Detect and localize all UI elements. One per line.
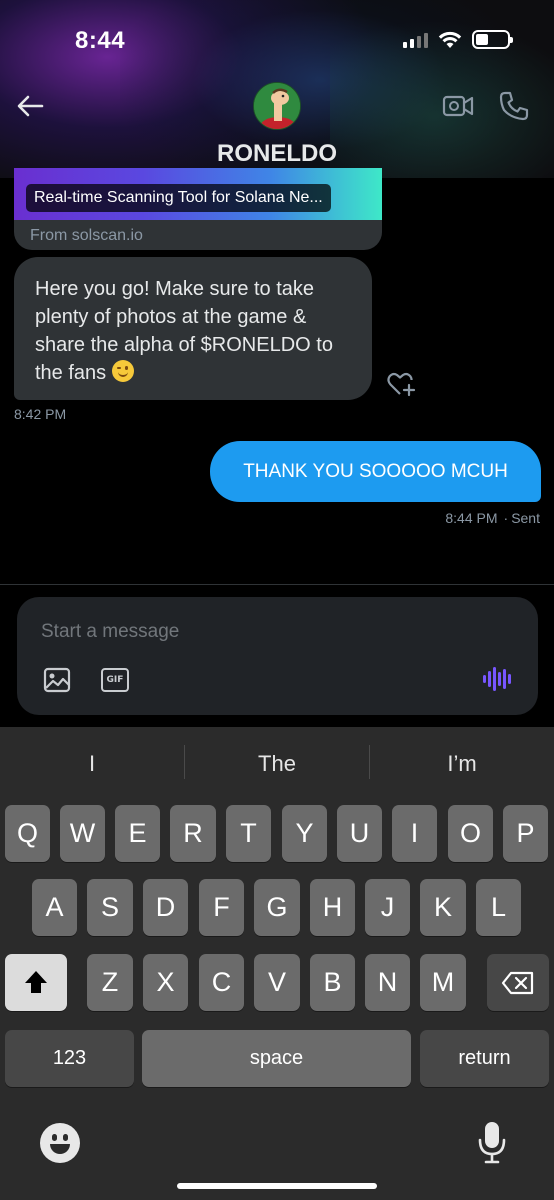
status-time: 8:44 [75,27,126,54]
backspace-icon [501,971,534,995]
key-a[interactable]: A [32,879,77,936]
space-key[interactable]: space [142,1030,411,1087]
message-input[interactable] [41,619,501,645]
key-e[interactable]: E [115,805,160,862]
heart-plus-icon [387,372,416,397]
numbers-key[interactable]: 123 [5,1030,134,1087]
key-f[interactable]: F [199,879,244,936]
home-indicator[interactable] [177,1183,377,1189]
key-n[interactable]: N [365,954,410,1011]
keyboard-bottom-bar [0,1100,554,1200]
add-reaction-button[interactable] [386,370,416,398]
voice-message-button[interactable] [481,664,513,694]
key-o[interactable]: O [448,805,493,862]
conversation-header: 8:44 RONELDO [0,0,554,178]
phone-call-button[interactable] [498,90,530,122]
message-line: Here you go! Make sure to take [35,278,315,300]
image-icon [43,667,71,693]
shift-arrow-icon [25,971,47,993]
phone-call-icon [499,91,529,121]
separator: · [503,510,509,526]
voice-waveform-icon [483,667,511,691]
suggestion-item[interactable]: I [0,747,184,781]
composer-divider [0,584,554,585]
suggestion-item[interactable]: The [185,747,369,781]
incoming-message-bubble[interactable]: Here you go! Make sure to take plenty of… [14,257,372,400]
message-line: share the alpha of $RONELDO to [35,334,333,356]
key-r[interactable]: R [170,805,216,862]
key-v[interactable]: V [254,954,300,1011]
video-call-button[interactable] [442,92,474,120]
shift-key[interactable] [5,954,67,1011]
sent-status: Sent [511,510,540,526]
return-key[interactable]: return [420,1030,549,1087]
key-w[interactable]: W [60,805,105,862]
key-z[interactable]: Z [87,954,133,1011]
key-i[interactable]: I [392,805,437,862]
video-call-icon [442,95,474,117]
key-t[interactable]: T [226,805,271,862]
key-g[interactable]: G [254,879,300,936]
key-x[interactable]: X [143,954,188,1011]
incoming-timestamp: 8:42 PM [14,406,67,422]
contact-name[interactable]: RONELDO [0,140,554,168]
back-arrow-icon [17,95,44,117]
microphone-icon [478,1122,506,1164]
key-q[interactable]: Q [5,805,50,862]
key-l[interactable]: L [476,879,521,936]
message-line: the fans [35,362,107,384]
key-y[interactable]: Y [282,805,327,862]
dictation-button[interactable] [476,1120,508,1166]
outgoing-time: 8:44 PM [445,510,498,526]
status-icons [403,30,513,49]
avatar[interactable] [253,82,301,130]
suggestion-item[interactable]: I’m [370,747,554,781]
back-button[interactable] [12,88,48,124]
add-photo-button[interactable] [43,667,71,693]
winking-face-emoji-icon [111,360,134,382]
outgoing-message-bubble[interactable]: THANK YOU SOOOOO MCUH [210,441,541,502]
wifi-icon [438,31,462,48]
link-preview-title: Real-time Scanning Tool for Solana Ne... [26,184,331,212]
emoji-keyboard-button[interactable] [40,1123,80,1163]
delete-key[interactable] [487,954,549,1011]
key-s[interactable]: S [87,879,133,936]
outgoing-timestamp: 8:44 PM · Sent [445,510,540,526]
key-b[interactable]: B [310,954,355,1011]
cellular-signal-icon [403,32,428,48]
link-preview-image: Real-time Scanning Tool for Solana Ne... [14,168,382,220]
link-source: From solscan.io [30,227,143,244]
key-j[interactable]: J [365,879,410,936]
key-p[interactable]: P [503,805,548,862]
link-preview-card[interactable]: Real-time Scanning Tool for Solana Ne...… [14,168,382,250]
key-u[interactable]: U [337,805,382,862]
key-c[interactable]: C [199,954,244,1011]
key-h[interactable]: H [310,879,355,936]
message-composer: GIF [17,597,538,715]
key-m[interactable]: M [420,954,466,1011]
predictive-text-bar: I The I’m [0,727,554,797]
battery-icon [472,30,513,49]
key-k[interactable]: K [420,879,466,936]
message-line: plenty of photos at the game & [35,306,307,328]
gif-button[interactable]: GIF [101,668,129,692]
key-d[interactable]: D [143,879,188,936]
